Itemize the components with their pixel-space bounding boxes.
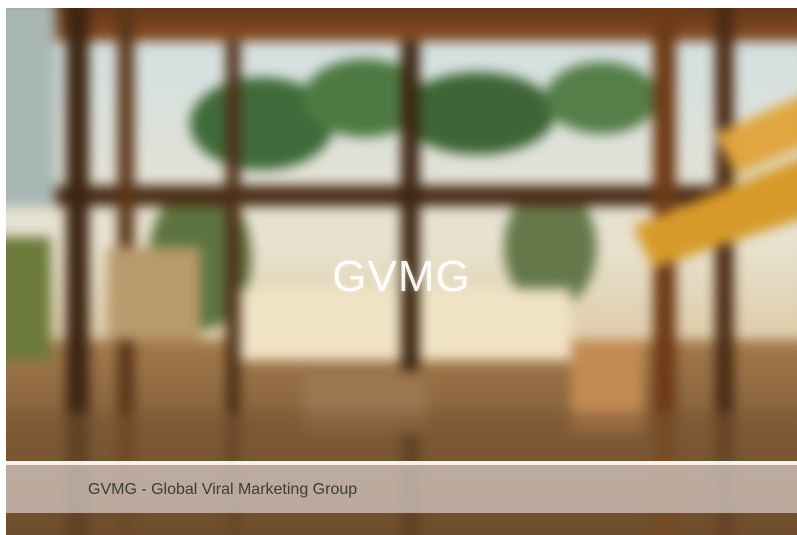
hero-title: GVMG — [332, 252, 471, 301]
caption-bar: GVMG - Global Viral Marketing Group — [6, 465, 797, 513]
slideshow-banner: GVMG GVMG - Global Viral Marketing Group — [6, 8, 797, 535]
caption-text: GVMG - Global Viral Marketing Group — [88, 481, 358, 498]
